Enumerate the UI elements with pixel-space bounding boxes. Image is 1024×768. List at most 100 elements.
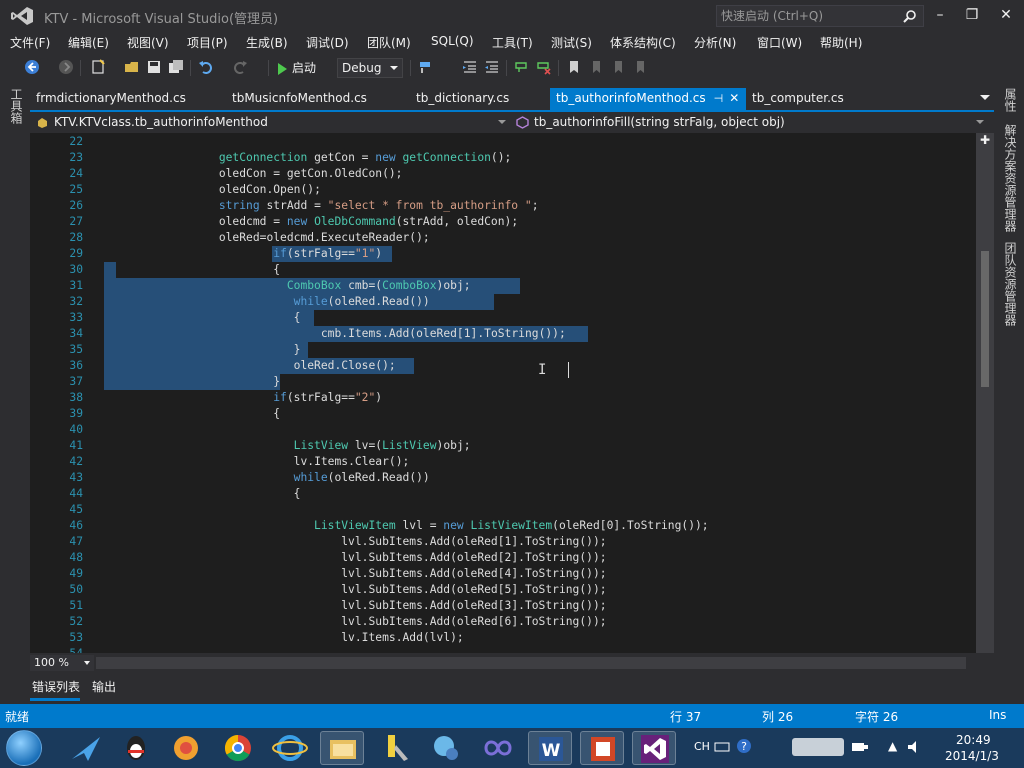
code-line[interactable]: 52 lvl.SubItems.Add(oleRed[6].ToString()…	[30, 614, 976, 630]
menu-edit[interactable]: 编辑(E)	[68, 34, 109, 51]
code-line[interactable]: 22	[30, 134, 976, 150]
pin-icon[interactable]: ⊣	[714, 92, 724, 105]
visual-studio-app-icon[interactable]	[632, 731, 676, 765]
team-explorer-tab[interactable]: 团队资源管理器	[1002, 242, 1019, 326]
search-icon[interactable]	[903, 9, 917, 23]
code-line[interactable]: 49 lvl.SubItems.Add(oleRed[4].ToString()…	[30, 566, 976, 582]
solution-configuration-select[interactable]: Debug	[337, 58, 403, 78]
code-line[interactable]: 39 {	[30, 406, 976, 422]
menu-team[interactable]: 团队(M)	[367, 34, 411, 51]
powerpoint-app-icon[interactable]	[580, 731, 624, 765]
code-line[interactable]: 32 while(oleRed.Read())	[30, 294, 976, 310]
clock-time[interactable]: 20:49	[956, 733, 991, 747]
code-line[interactable]: 46 ListViewItem lvl = new ListViewItem(o…	[30, 518, 976, 534]
scrollbar-thumb[interactable]	[981, 251, 989, 387]
previous-bookmark-icon[interactable]	[588, 59, 604, 75]
minimize-button[interactable]: –	[926, 4, 954, 26]
help-icon[interactable]: ?	[736, 738, 752, 754]
menu-build[interactable]: 生成(B)	[246, 34, 288, 51]
code-line[interactable]: 40	[30, 422, 976, 438]
uncomment-icon[interactable]	[536, 59, 552, 75]
tools-app-icon[interactable]	[372, 731, 416, 765]
undo-icon[interactable]	[198, 59, 214, 75]
toolbox-tab[interactable]: 工具箱	[8, 88, 25, 124]
code-line[interactable]: 35 }	[30, 342, 976, 358]
back-icon[interactable]	[24, 59, 40, 75]
qq-app-icon[interactable]	[114, 731, 158, 765]
show-hidden-icons-icon[interactable]: ▲	[888, 739, 897, 753]
zoom-dropdown[interactable]: 100 %	[30, 655, 94, 671]
code-line[interactable]: 36 oleRed.Close();	[30, 358, 976, 374]
quick-launch-input[interactable]	[721, 8, 901, 24]
code-line[interactable]: 38 if(strFalg=="2")	[30, 390, 976, 406]
tab-tb-dictionary[interactable]: tb_dictionary.cs	[410, 88, 515, 110]
code-line[interactable]: 48 lvl.SubItems.Add(oleRed[2].ToString()…	[30, 550, 976, 566]
bookmark-icon[interactable]	[566, 59, 582, 75]
split-editor-icon[interactable]: ✚	[976, 133, 994, 149]
code-editor[interactable]: 22 23 getConnection getCon = new getConne…	[30, 133, 976, 653]
gift-app-icon[interactable]	[164, 731, 208, 765]
clock-date[interactable]: 2014/1/3	[945, 749, 999, 763]
internet-explorer-app-icon[interactable]	[268, 731, 312, 765]
tab-tb-authorinfomenthod[interactable]: tb_authorinfoMenthod.cs ⊣ ✕	[550, 88, 746, 110]
code-line[interactable]: 33 {	[30, 310, 976, 326]
feiq-app-icon[interactable]	[64, 731, 108, 765]
code-line[interactable]: 47 lvl.SubItems.Add(oleRed[1].ToString()…	[30, 534, 976, 550]
word-app-icon[interactable]: W	[528, 731, 572, 765]
code-line[interactable]: 24 oledCon = getCon.OledCon();	[30, 166, 976, 182]
menu-project[interactable]: 项目(P)	[187, 34, 228, 51]
code-line[interactable]: 34 cmb.Items.Add(oleRed[1].ToString());	[30, 326, 976, 342]
code-line[interactable]: 31 ComboBox cmb=(ComboBox)obj;	[30, 278, 976, 294]
visual-studio-infinity-app-icon[interactable]	[476, 731, 520, 765]
menu-test[interactable]: 测试(S)	[551, 34, 592, 51]
power-plug-icon[interactable]	[850, 739, 870, 755]
find-in-files-icon[interactable]	[418, 59, 434, 75]
keyboard-icon[interactable]	[714, 740, 730, 754]
menu-analyze[interactable]: 分析(N)	[694, 34, 736, 51]
tab-tbmusicnfomenthod[interactable]: tbMusicnfoMenthod.cs	[226, 88, 373, 110]
code-line[interactable]: 43 while(oleRed.Read())	[30, 470, 976, 486]
menu-debug[interactable]: 调试(D)	[306, 34, 349, 51]
code-line[interactable]: 28 oleRed=oledcmd.ExecuteReader();	[30, 230, 976, 246]
chrome-app-icon[interactable]	[216, 731, 260, 765]
vertical-scrollbar[interactable]	[976, 133, 994, 653]
menu-sql[interactable]: SQL(Q)	[431, 34, 474, 48]
comment-icon[interactable]	[514, 59, 530, 75]
type-dropdown[interactable]: KTV.KTVclass.tb_authorinfoMenthod	[34, 114, 510, 131]
code-line[interactable]: 37 }	[30, 374, 976, 390]
volume-icon[interactable]	[906, 739, 924, 755]
code-line[interactable]: 51 lvl.SubItems.Add(oleRed[3].ToString()…	[30, 598, 976, 614]
code-line[interactable]: 25 oledCon.Open();	[30, 182, 976, 198]
tab-frmdictionarymenthod[interactable]: frmdictionaryMenthod.cs	[30, 88, 192, 110]
network-app-icon[interactable]	[424, 731, 468, 765]
tab-output[interactable]: 输出	[92, 678, 116, 695]
horizontal-scrollbar[interactable]	[96, 657, 966, 669]
code-line[interactable]: 23 getConnection getCon = new getConnect…	[30, 150, 976, 166]
next-bookmark-icon[interactable]	[610, 59, 626, 75]
code-line[interactable]: 54	[30, 646, 976, 653]
close-button[interactable]: ✕	[992, 4, 1020, 26]
code-line[interactable]: 29 if(strFalg=="1")	[30, 246, 976, 262]
menu-tools[interactable]: 工具(T)	[492, 34, 533, 51]
clear-bookmarks-icon[interactable]	[632, 59, 648, 75]
tab-overflow-dropdown-icon[interactable]	[980, 95, 990, 100]
outdent-icon[interactable]	[462, 59, 478, 75]
menu-architecture[interactable]: 体系结构(C)	[610, 34, 676, 51]
code-line[interactable]: 26 string strAdd = "select * from tb_aut…	[30, 198, 976, 214]
file-explorer-app-icon[interactable]	[320, 731, 364, 765]
input-method-bar[interactable]	[792, 738, 844, 756]
member-dropdown[interactable]: tb_authorinfoFill(string strFalg, object…	[514, 114, 988, 131]
indent-icon[interactable]	[484, 59, 500, 75]
tab-tb-computer[interactable]: tb_computer.cs	[746, 88, 850, 110]
redo-icon[interactable]	[232, 59, 248, 75]
menu-window[interactable]: 窗口(W)	[757, 34, 802, 51]
code-line[interactable]: 45	[30, 502, 976, 518]
code-line[interactable]: 27 oledcmd = new OleDbCommand(strAdd, ol…	[30, 214, 976, 230]
solution-explorer-tab[interactable]: 解决方案资源管理器	[1002, 124, 1019, 232]
code-line[interactable]: 50 lvl.SubItems.Add(oleRed[5].ToString()…	[30, 582, 976, 598]
close-tab-icon[interactable]: ✕	[729, 91, 739, 105]
open-file-icon[interactable]	[124, 59, 140, 75]
menu-file[interactable]: 文件(F)	[10, 34, 50, 51]
new-project-icon[interactable]	[90, 59, 106, 75]
tab-error-list[interactable]: 错误列表	[32, 678, 80, 695]
